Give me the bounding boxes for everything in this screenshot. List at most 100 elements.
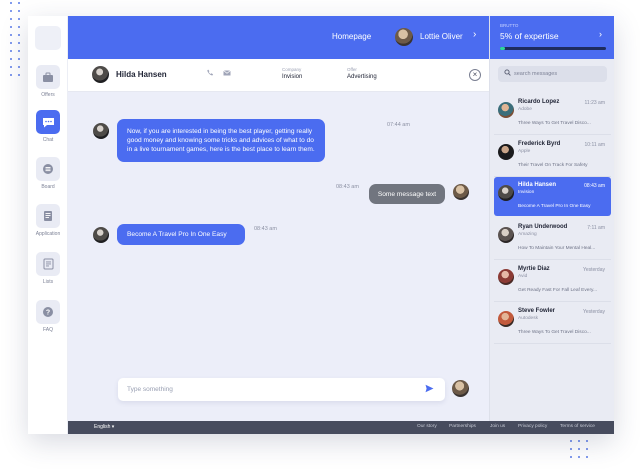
avatar bbox=[498, 311, 514, 327]
conversation-preview: How To Maintain Your Mental Heal... bbox=[518, 246, 596, 251]
chevron-right-icon[interactable]: › bbox=[473, 29, 476, 40]
decorative-dot bbox=[18, 34, 20, 36]
avatar bbox=[93, 123, 109, 139]
sidebar-item-label: FAQ bbox=[42, 327, 53, 333]
user-name[interactable]: Lottie Oliver bbox=[420, 32, 463, 41]
decorative-dot bbox=[570, 440, 572, 442]
decorative-dot bbox=[18, 50, 20, 52]
sidebar-item-application[interactable]: Application bbox=[28, 204, 68, 237]
logo[interactable] bbox=[35, 26, 61, 50]
company-value: Invision bbox=[282, 74, 303, 80]
language-selector[interactable]: English ▾ bbox=[94, 424, 114, 430]
search-box bbox=[498, 66, 607, 82]
question-icon: ? bbox=[36, 300, 60, 324]
avatar bbox=[498, 102, 514, 118]
expertise-progress-bar bbox=[500, 47, 606, 50]
search-icon bbox=[504, 69, 511, 78]
document-icon bbox=[36, 204, 60, 228]
clipboard-icon bbox=[36, 252, 60, 276]
decorative-dot bbox=[586, 440, 588, 442]
conversation-time: 10:11 am bbox=[584, 142, 605, 148]
footer-link-partnerships[interactable]: Partnerships bbox=[449, 424, 476, 429]
sidebar-item-chat[interactable]: Chat bbox=[28, 110, 68, 143]
decorative-dot bbox=[10, 50, 12, 52]
conversation-preview: Three Ways To Get Travel Disco... bbox=[518, 330, 591, 335]
decorative-dot bbox=[10, 2, 12, 4]
conversation-time: 7:11 am bbox=[587, 225, 605, 231]
sidebar-item-faq[interactable]: ? FAQ bbox=[28, 300, 68, 333]
conversation-item-active[interactable]: Hilda Hansen 08:43 am Invision Become A … bbox=[494, 177, 611, 216]
sidebar-item-label: Board bbox=[41, 184, 55, 190]
conversation-item[interactable]: Myrtie Diaz Yesterday Avid Get Ready Fas… bbox=[494, 261, 611, 302]
search-input[interactable] bbox=[514, 68, 602, 80]
conversation-company: Adobe bbox=[518, 107, 532, 112]
footer-link-join-us[interactable]: Join us bbox=[490, 424, 505, 429]
avatar bbox=[93, 227, 109, 243]
decorative-dot bbox=[18, 18, 20, 20]
conversation-item[interactable]: Ricardo Lopez 11:23 am Adobe Three Ways … bbox=[494, 94, 611, 135]
conversation-name: Hilda Hansen bbox=[518, 182, 557, 188]
decorative-dot bbox=[578, 448, 580, 450]
avatar bbox=[452, 380, 469, 397]
close-icon[interactable]: × bbox=[469, 69, 481, 81]
avatar bbox=[498, 269, 514, 285]
sidebar-item-offers[interactable]: Offers bbox=[28, 65, 68, 98]
mail-icon[interactable] bbox=[223, 69, 231, 78]
sidebar-item-lists[interactable]: Lists bbox=[28, 252, 68, 285]
list-icon bbox=[36, 157, 60, 181]
top-bar: Homepage Lottie Oliver › bbox=[68, 16, 489, 59]
sidebar-item-label: Lists bbox=[42, 279, 54, 285]
conversation-name: Frederick Byrd bbox=[518, 141, 561, 147]
conversation-item[interactable]: Steve Fowler Yesterday Autodesk Three Wa… bbox=[494, 303, 611, 344]
conversation-name: Steve Fowler bbox=[518, 308, 556, 314]
sidebar-item-board[interactable]: Board bbox=[28, 157, 68, 190]
message-time: 08:43 am bbox=[336, 184, 359, 190]
conversation-name: Ryan Underwood bbox=[518, 224, 568, 230]
company-label: Company bbox=[282, 67, 302, 72]
avatar[interactable] bbox=[395, 28, 413, 46]
avatar bbox=[498, 227, 514, 243]
message-bubble-outgoing: Some message text bbox=[369, 184, 445, 204]
footer-link-our-story[interactable]: Our story bbox=[417, 424, 437, 429]
chevron-right-icon[interactable]: › bbox=[599, 29, 602, 39]
svg-text:?: ? bbox=[46, 309, 50, 316]
chat-header: Hilda Hansen Company Invision Offer Adve… bbox=[68, 59, 489, 92]
decorative-dot bbox=[586, 448, 588, 450]
footer-link-privacy[interactable]: Privacy policy bbox=[518, 424, 547, 429]
message-time: 07:44 am bbox=[387, 122, 410, 128]
conversation-name: Myrtie Diaz bbox=[518, 266, 550, 272]
conversation-preview: Get Ready Fast For Fall Leaf Every... bbox=[518, 288, 598, 293]
app-window: Offers Chat Board Application Lists ? FA… bbox=[28, 16, 614, 434]
decorative-dot bbox=[10, 34, 12, 36]
conversation-preview: Three Ways To Get Travel Disco... bbox=[518, 121, 591, 126]
phone-icon[interactable] bbox=[207, 69, 214, 78]
decorative-dot bbox=[10, 42, 12, 44]
footer-link-terms[interactable]: Terms of service bbox=[560, 424, 595, 429]
homepage-link[interactable]: Homepage bbox=[332, 32, 371, 41]
message-composer bbox=[118, 378, 445, 401]
expertise-progress-fill bbox=[500, 47, 506, 50]
chat-icon bbox=[36, 110, 60, 134]
avatar bbox=[453, 184, 469, 200]
decorative-dot bbox=[10, 26, 12, 28]
send-icon[interactable] bbox=[425, 384, 434, 395]
message-time: 08:43 am bbox=[254, 226, 277, 232]
sidebar-item-label: Chat bbox=[42, 137, 54, 143]
expertise-value: 5% of expertise bbox=[500, 31, 559, 41]
conversation-item[interactable]: Ryan Underwood 7:11 am Amazing How To Ma… bbox=[494, 219, 611, 260]
conversations-panel: BRUTTO 5% of expertise › Ricardo Lopez 1… bbox=[489, 16, 614, 434]
conversation-time: Yesterday bbox=[582, 309, 605, 315]
contact-name: Hilda Hansen bbox=[116, 70, 167, 79]
sidebar-item-label: Application bbox=[35, 231, 61, 237]
sidebar-item-label: Offers bbox=[41, 92, 55, 98]
avatar bbox=[92, 66, 109, 83]
chat-area: Homepage Lottie Oliver › Hilda Hansen Co… bbox=[68, 16, 489, 434]
conversation-preview: Become A Travel Pro In One Easy bbox=[518, 204, 591, 209]
footer: English ▾ Our story Partnerships Join us… bbox=[68, 421, 614, 434]
chevron-down-icon: ▾ bbox=[111, 424, 115, 430]
message-input[interactable] bbox=[127, 382, 407, 397]
decorative-dot bbox=[570, 456, 572, 458]
conversation-name: Ricardo Lopez bbox=[518, 99, 560, 105]
avatar bbox=[498, 185, 514, 201]
conversation-item[interactable]: Frederick Byrd 10:11 am Apple Their Trav… bbox=[494, 136, 611, 177]
